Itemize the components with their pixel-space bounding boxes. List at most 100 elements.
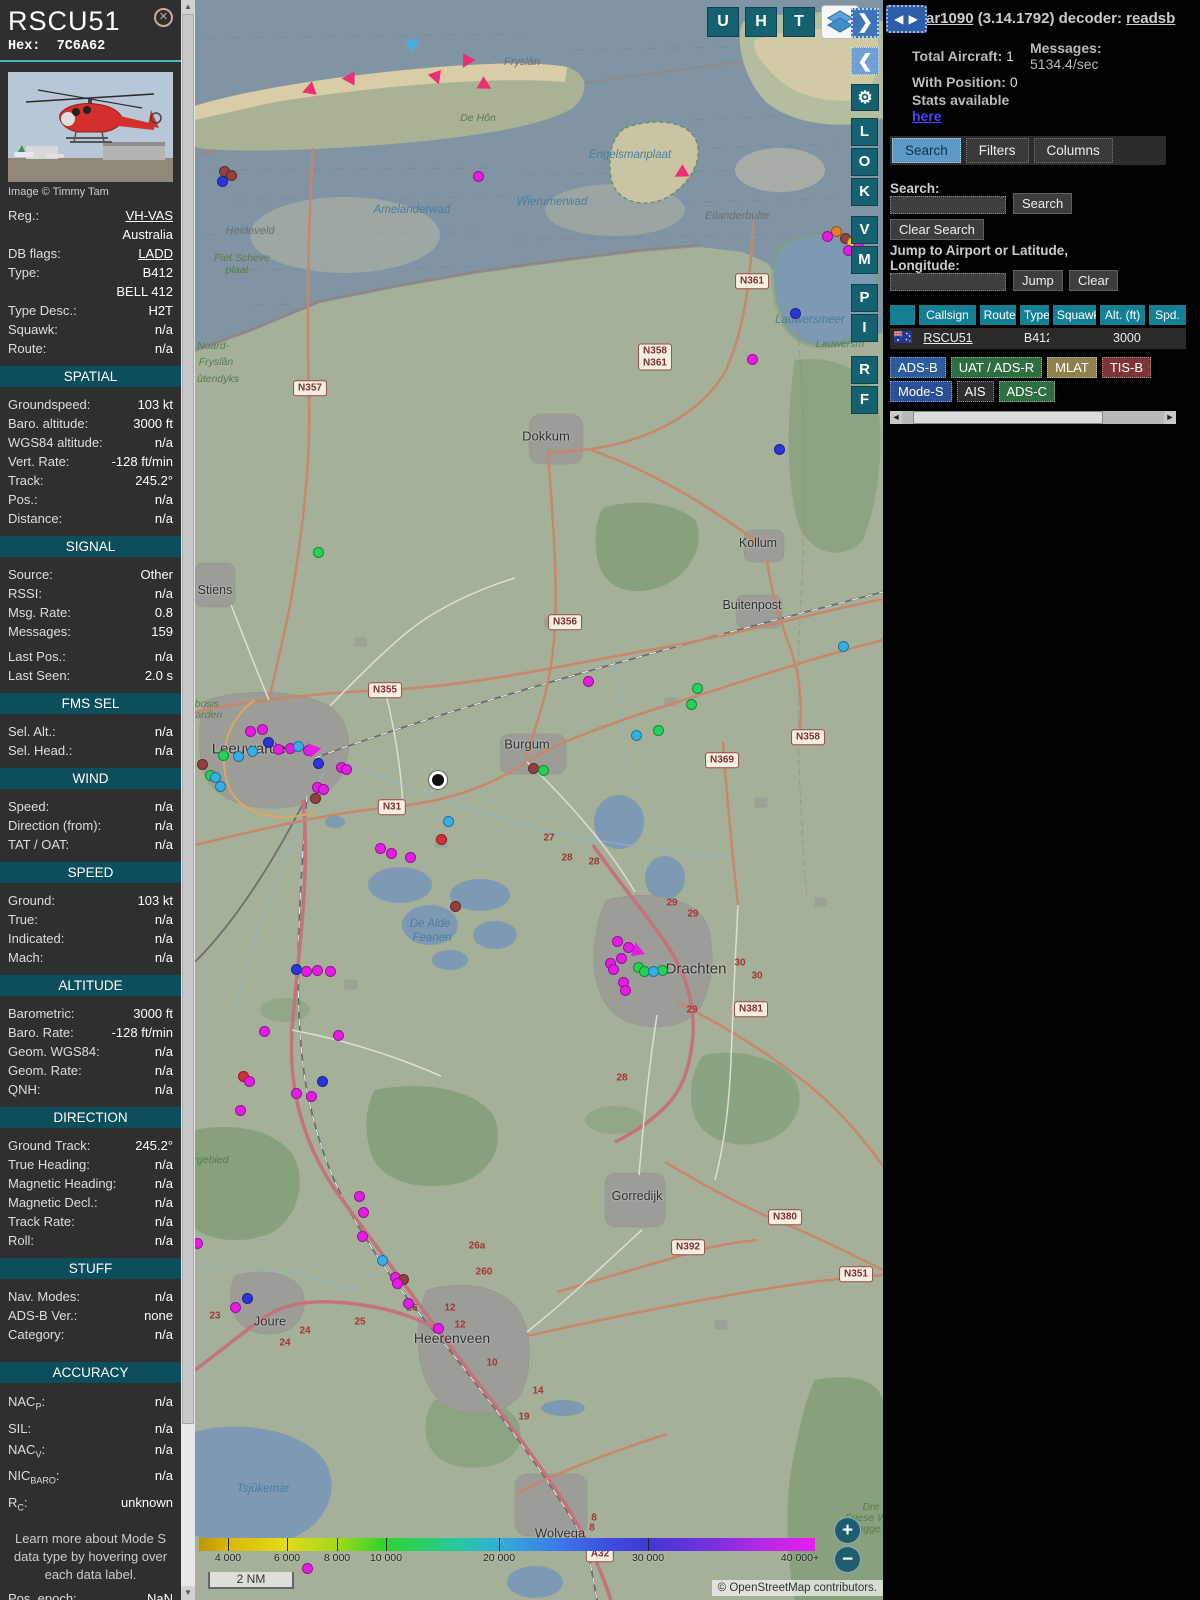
map-button-p[interactable]: P <box>851 284 878 312</box>
map-button-f[interactable]: F <box>851 386 878 414</box>
aircraft-history-dot[interactable] <box>631 730 642 741</box>
settings-gear-icon[interactable]: ⚙ <box>851 84 879 111</box>
data-value[interactable]: VH-VAS <box>126 206 173 225</box>
aircraft-history-dot[interactable] <box>686 699 697 710</box>
aircraft-history-dot[interactable] <box>291 964 302 975</box>
aircraft-history-dot[interactable] <box>245 726 256 737</box>
column-header-Squawk[interactable]: Squawk <box>1053 305 1097 325</box>
aircraft-history-dot[interactable] <box>306 1091 317 1102</box>
filter-chip-modes[interactable]: Mode-S <box>890 381 952 402</box>
scroll-left-icon[interactable]: ◄ <box>890 411 902 424</box>
aircraft-history-dot[interactable] <box>313 758 324 769</box>
aircraft-history-dot[interactable] <box>790 308 801 319</box>
map-button-v[interactable]: V <box>851 216 878 244</box>
map[interactable]: DokkumKollumBuitenpostBurgumDrachtenGorr… <box>195 0 883 1600</box>
jump-input[interactable] <box>890 273 1006 291</box>
map-button-r[interactable]: R <box>851 356 878 384</box>
aircraft-history-dot[interactable] <box>358 1207 369 1218</box>
aircraft-history-dot[interactable] <box>692 683 703 694</box>
aircraft-history-dot[interactable] <box>616 953 627 964</box>
aircraft-marker[interactable] <box>342 72 355 86</box>
aircraft-history-dot[interactable] <box>217 176 228 187</box>
aircraft-history-dot[interactable] <box>608 964 619 975</box>
map-button-t[interactable]: T <box>783 7 815 37</box>
aircraft-history-dot[interactable] <box>215 781 226 792</box>
clear-search-button[interactable]: Clear Search <box>890 219 984 240</box>
aircraft-history-dot[interactable] <box>317 1076 328 1087</box>
aircraft-history-dot[interactable] <box>259 1026 270 1037</box>
aircraft-history-dot[interactable] <box>333 1030 344 1041</box>
tab-search[interactable]: Search <box>892 138 961 163</box>
filter-chip-uatadsr[interactable]: UAT / ADS-R <box>951 357 1042 378</box>
aircraft-history-dot[interactable] <box>377 1255 388 1266</box>
table-horizontal-scrollbar[interactable]: ◄ ► <box>890 411 1176 424</box>
scroll-right-icon[interactable]: ► <box>1164 411 1176 424</box>
aircraft-history-dot[interactable] <box>233 751 244 762</box>
column-header-Spd.[interactable]: Spd. <box>1149 305 1186 325</box>
readsb-link[interactable]: readsb <box>1126 10 1175 27</box>
aircraft-history-dot[interactable] <box>310 793 321 804</box>
aircraft-history-dot[interactable] <box>774 444 785 455</box>
selected-aircraft-marker[interactable] <box>429 771 447 789</box>
jump-button[interactable]: Jump <box>1013 270 1063 291</box>
aircraft-history-dot[interactable] <box>838 641 849 652</box>
aircraft-history-dot[interactable] <box>375 843 386 854</box>
column-header-Alt. (ft)[interactable]: Alt. (ft) <box>1100 305 1144 325</box>
aircraft-history-dot[interactable] <box>242 1293 253 1304</box>
aircraft-history-dot[interactable] <box>653 725 664 736</box>
map-button-k[interactable]: K <box>851 178 878 206</box>
aircraft-history-dot[interactable] <box>197 759 208 770</box>
aircraft-history-dot[interactable] <box>195 1238 203 1249</box>
filter-chip-adsb[interactable]: ADS-B <box>890 357 946 378</box>
aircraft-history-dot[interactable] <box>218 750 229 761</box>
filter-chip-tisb[interactable]: TIS-B <box>1102 357 1151 378</box>
map-button-h[interactable]: H <box>745 7 777 37</box>
stats-here-link[interactable]: here <box>912 108 942 124</box>
aircraft-history-dot[interactable] <box>357 1231 368 1242</box>
aircraft-history-dot[interactable] <box>648 966 659 977</box>
aircraft-history-dot[interactable] <box>354 1191 365 1202</box>
aircraft-history-dot[interactable] <box>257 724 268 735</box>
column-header-Route[interactable]: Route <box>980 305 1016 325</box>
aircraft-history-dot[interactable] <box>312 965 323 976</box>
hscroll-thumb[interactable] <box>913 411 1103 424</box>
map-button-l[interactable]: L <box>851 118 878 146</box>
aircraft-history-dot[interactable] <box>341 764 352 775</box>
aircraft-marker[interactable] <box>405 40 419 53</box>
expand-panel-icon[interactable]: ❯ <box>851 8 879 38</box>
search-input[interactable] <box>890 196 1006 214</box>
filter-chip-ais[interactable]: AIS <box>957 381 994 402</box>
tar1090-link[interactable]: tar1090 <box>921 10 974 27</box>
map-button-m[interactable]: M <box>851 246 878 274</box>
column-header-icon[interactable] <box>890 305 915 325</box>
aircraft-history-dot[interactable] <box>235 1105 246 1116</box>
data-value[interactable]: LADD <box>138 244 173 263</box>
aircraft-history-dot[interactable] <box>325 966 336 977</box>
aircraft-history-dot[interactable] <box>433 1323 444 1334</box>
aircraft-history-dot[interactable] <box>273 744 284 755</box>
aircraft-history-dot[interactable] <box>612 936 623 947</box>
aircraft-history-dot[interactable] <box>473 171 484 182</box>
filter-chip-mlat[interactable]: MLAT <box>1047 357 1097 378</box>
panel-toggle-button[interactable]: ◀ ▶ <box>886 5 927 33</box>
aircraft-history-dot[interactable] <box>583 676 594 687</box>
aircraft-history-dot[interactable] <box>405 852 416 863</box>
aircraft-history-dot[interactable] <box>403 1298 414 1309</box>
aircraft-history-dot[interactable] <box>747 354 758 365</box>
aircraft-history-dot[interactable] <box>318 784 329 795</box>
scroll-up-icon[interactable]: ▲ <box>181 0 195 14</box>
aircraft-marker[interactable] <box>629 941 645 956</box>
filter-chip-adsc[interactable]: ADS-C <box>999 381 1055 402</box>
search-button[interactable]: Search <box>1013 193 1072 214</box>
aircraft-history-dot[interactable] <box>620 985 631 996</box>
tab-columns[interactable]: Columns <box>1034 138 1113 163</box>
tab-filters[interactable]: Filters <box>966 138 1029 163</box>
zoom-out-button[interactable]: − <box>834 1546 861 1573</box>
column-header-Type[interactable]: Type <box>1020 305 1049 325</box>
aircraft-history-dot[interactable] <box>436 834 447 845</box>
aircraft-history-dot[interactable] <box>386 848 397 859</box>
aircraft-history-dot[interactable] <box>443 816 454 827</box>
aircraft-history-dot[interactable] <box>244 1076 255 1087</box>
map-button-u[interactable]: U <box>707 7 739 37</box>
aircraft-history-dot[interactable] <box>230 1302 241 1313</box>
